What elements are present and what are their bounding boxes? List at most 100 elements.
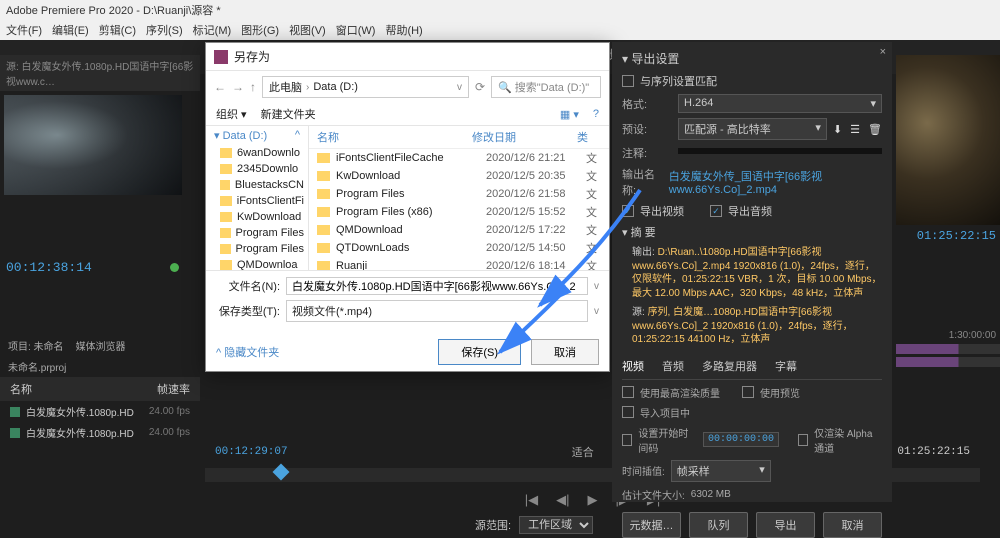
file-row[interactable]: Ruanji2020/12/6 18:14文: [309, 257, 609, 270]
file-date: 2020/12/5 15:52: [486, 206, 586, 218]
menu-view[interactable]: 视图(V): [289, 22, 326, 38]
output-name-link[interactable]: 白发魔女外传_国语中字[66影视www.66Ys.Co]_2.mp4: [669, 168, 882, 196]
program-track[interactable]: [896, 344, 1000, 354]
tree-item[interactable]: 2345Downlo: [206, 161, 308, 177]
project-item[interactable]: 白发魔女外传.1080p.HD 24.00 fps: [0, 422, 200, 443]
breadcrumb[interactable]: 此电脑 › Data (D:) v: [262, 76, 469, 98]
col-date[interactable]: 修改日期: [472, 129, 577, 145]
menu-edit[interactable]: 编辑(E): [52, 22, 89, 38]
play-icon[interactable]: ▶: [588, 492, 598, 508]
tree-item[interactable]: iFontsClientFi: [206, 193, 308, 209]
import-project-checkbox[interactable]: [622, 406, 634, 418]
source-timecode[interactable]: 00:12:38:14: [6, 260, 92, 275]
format-select[interactable]: H.264▾: [678, 94, 882, 113]
output-label: 输出名称:: [622, 166, 663, 198]
folder-icon: [220, 244, 231, 254]
export-button[interactable]: 导出: [756, 512, 815, 538]
preset-select[interactable]: 匹配源 - 高比特率▾: [678, 118, 827, 140]
tree-item-label: BluestacksCN: [235, 179, 304, 191]
delete-preset-icon[interactable]: 🗑: [868, 123, 882, 136]
tree-item[interactable]: 6wanDownlo: [206, 145, 308, 161]
nav-up-icon[interactable]: ↑: [250, 80, 256, 94]
project-item[interactable]: 白发魔女外传.1080p.HD 24.00 fps: [0, 401, 200, 422]
match-sequence-label: 与序列设置匹配: [640, 73, 717, 89]
program-track[interactable]: [896, 357, 1000, 367]
tab-video[interactable]: 视频: [622, 358, 644, 374]
new-folder-button[interactable]: 新建文件夹: [261, 106, 316, 122]
file-row[interactable]: Program Files (x86)2020/12/5 15:52文: [309, 203, 609, 221]
max-render-checkbox[interactable]: [622, 386, 634, 398]
program-monitor[interactable]: [896, 55, 1000, 225]
tab-audio[interactable]: 音频: [662, 358, 684, 374]
folder-tree[interactable]: ▾ Data (D:)^ 6wanDownlo2345DownloBluesta…: [206, 126, 309, 270]
interp-select[interactable]: 帧采样▾: [671, 460, 771, 482]
file-row[interactable]: Program Files2020/12/6 21:58文: [309, 185, 609, 203]
out-timecode[interactable]: 01:25:22:15: [897, 446, 970, 458]
menu-sequence[interactable]: 序列(S): [146, 22, 183, 38]
in-timecode[interactable]: 00:12:29:07: [215, 446, 288, 458]
cancel-button[interactable]: 取消: [531, 339, 599, 365]
range-select[interactable]: 工作区域: [519, 516, 593, 534]
step-back-icon[interactable]: ◀|: [556, 492, 569, 508]
menu-clip[interactable]: 剪辑(C): [99, 22, 136, 38]
project-tab[interactable]: 项目: 未命名: [8, 338, 64, 353]
source-monitor[interactable]: [4, 95, 182, 195]
zoom-fit[interactable]: 适合: [572, 444, 594, 460]
import-preset-icon[interactable]: ☰: [850, 123, 860, 136]
alpha-checkbox[interactable]: [798, 434, 808, 446]
file-row[interactable]: iFontsClientFileCache2020/12/6 21:21文: [309, 149, 609, 167]
save-preset-icon[interactable]: ⬇: [833, 123, 842, 136]
crumb-pc[interactable]: 此电脑: [269, 79, 302, 95]
tree-item[interactable]: Program Files: [206, 241, 308, 257]
tree-item-label: 2345Downlo: [237, 163, 298, 175]
help-icon[interactable]: ?: [593, 108, 599, 120]
organize-menu[interactable]: 组织 ▾: [216, 106, 247, 122]
program-timecode[interactable]: 01:25:22:15: [896, 225, 1000, 247]
col-name[interactable]: 名称: [10, 381, 32, 397]
tab-captions[interactable]: 字幕: [775, 358, 797, 374]
menu-file[interactable]: 文件(F): [6, 22, 42, 38]
playhead-icon[interactable]: [273, 464, 290, 481]
metadata-button[interactable]: 元数据…: [622, 512, 681, 538]
file-row[interactable]: QTDownLoads2020/12/5 14:50文: [309, 239, 609, 257]
menu-marker[interactable]: 标记(M): [193, 22, 232, 38]
close-icon[interactable]: ×: [880, 46, 886, 58]
tree-item[interactable]: BluestacksCN: [206, 177, 308, 193]
file-row[interactable]: KwDownload2020/12/5 20:35文: [309, 167, 609, 185]
menu-help[interactable]: 帮助(H): [385, 22, 422, 38]
queue-button[interactable]: 队列: [689, 512, 748, 538]
app-title: Adobe Premiere Pro 2020 - D:\Ruanji\源容 *: [0, 0, 1000, 20]
export-audio-checkbox[interactable]: [710, 205, 722, 217]
save-button[interactable]: 保存(S): [438, 339, 521, 365]
match-sequence-checkbox[interactable]: [622, 75, 634, 87]
filetype-select[interactable]: 视频文件(*.mp4): [286, 300, 588, 322]
tab-mux[interactable]: 多路复用器: [702, 358, 757, 374]
prev-icon[interactable]: |◀: [525, 492, 538, 508]
media-browser-tab[interactable]: 媒体浏览器: [76, 338, 126, 353]
nav-fwd-icon[interactable]: →: [232, 80, 244, 94]
start-tc-checkbox[interactable]: [622, 434, 632, 446]
comments-input[interactable]: [678, 148, 882, 154]
export-video-checkbox[interactable]: [622, 205, 634, 217]
tree-item[interactable]: QMDownloa: [206, 257, 308, 270]
refresh-icon[interactable]: ⟳: [475, 80, 485, 94]
hide-folders-toggle[interactable]: ^ 隐藏文件夹: [216, 344, 279, 360]
crumb-drive[interactable]: Data (D:): [313, 81, 358, 93]
use-preview-checkbox[interactable]: [742, 386, 754, 398]
project-name: 未命名.prproj: [8, 359, 66, 374]
col-type[interactable]: 类: [577, 129, 588, 145]
start-tc-input[interactable]: 00:00:00:00: [703, 432, 779, 447]
filename-input[interactable]: [286, 277, 588, 295]
view-icon[interactable]: ▦ ▾: [560, 108, 579, 121]
menu-window[interactable]: 窗口(W): [336, 22, 376, 38]
file-row[interactable]: QMDownload2020/12/5 17:22文: [309, 221, 609, 239]
search-input[interactable]: 🔍 搜索"Data (D:)": [491, 76, 601, 98]
col-fps[interactable]: 帧速率: [157, 381, 190, 397]
nav-back-icon[interactable]: ←: [214, 80, 226, 94]
file-list[interactable]: 名称 修改日期 类 iFontsClientFileCache2020/12/6…: [309, 126, 609, 270]
menu-graphics[interactable]: 图形(G): [241, 22, 279, 38]
col-name[interactable]: 名称: [317, 129, 472, 145]
export-cancel-button[interactable]: 取消: [823, 512, 882, 538]
tree-item[interactable]: Program Files: [206, 225, 308, 241]
tree-item[interactable]: KwDownload: [206, 209, 308, 225]
